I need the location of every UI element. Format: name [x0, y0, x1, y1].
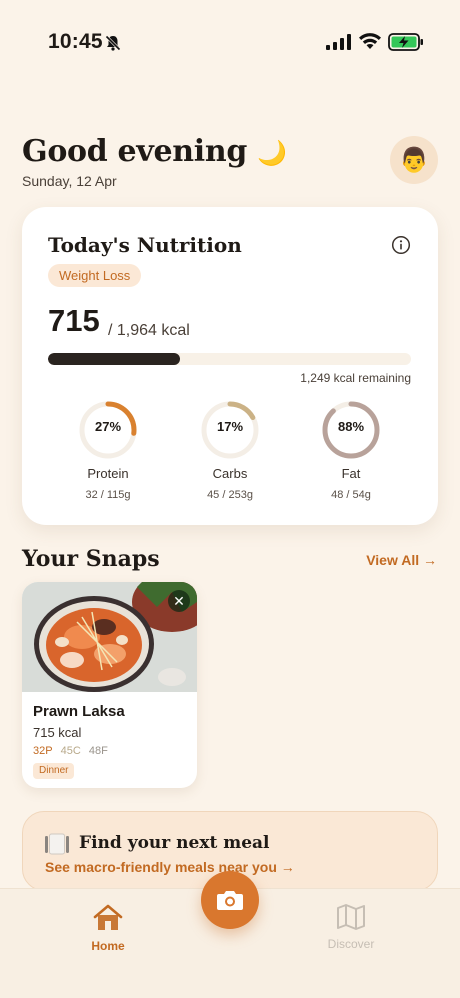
- calorie-progress-fill: [48, 353, 181, 365]
- current-date: Sunday, 12 Apr: [22, 173, 117, 189]
- camera-icon: [217, 891, 243, 910]
- tab-discover-label: Discover: [327, 937, 375, 951]
- fat-percent: 88%: [337, 419, 365, 434]
- snaps-section-title: Your Snaps: [22, 546, 160, 572]
- status-time: 10:45: [48, 30, 103, 53]
- calories-consumed: 715: [48, 303, 100, 338]
- moon-emoji: 🌙: [257, 138, 287, 167]
- bell-muted-icon: [105, 35, 121, 51]
- calories-remaining: 1,249 kcal remaining: [300, 371, 411, 385]
- tab-home-label: Home: [91, 939, 125, 953]
- view-all-link[interactable]: View All →: [366, 552, 437, 568]
- calorie-progress-bar: [48, 353, 411, 365]
- fork-knife-icon: [45, 833, 69, 855]
- greeting-text: Good evening: [22, 134, 248, 169]
- snap-fat: 48F: [88, 745, 108, 757]
- tab-home[interactable]: Home: [63, 903, 153, 953]
- fat-label: Fat: [341, 466, 361, 481]
- macro-fat: 88% Fat 48 / 54g: [296, 399, 406, 501]
- map-icon: [337, 904, 365, 930]
- snap-macros: 32P 45C 48F: [33, 745, 113, 757]
- snap-card[interactable]: ✕ Prawn Laksa 715 kcal 32P 45C 48F Dinne…: [22, 582, 197, 788]
- camera-button[interactable]: [201, 871, 259, 929]
- meal-type-badge: Dinner: [33, 763, 75, 779]
- protein-label: Protein: [87, 466, 129, 481]
- snap-protein: 32P: [33, 745, 53, 757]
- battery-charging-icon: [388, 33, 423, 51]
- carbs-percent: 17%: [216, 419, 244, 434]
- banner-subtitle-link[interactable]: See macro-friendly meals near you →: [45, 859, 295, 875]
- cellular-signal-icon: [326, 34, 351, 50]
- carbs-label: Carbs: [212, 466, 248, 481]
- snap-meal-name: Prawn Laksa: [33, 703, 125, 720]
- snap-calories: 715 kcal: [33, 725, 82, 740]
- macro-carbs: 17% Carbs 45 / 253g: [175, 399, 285, 501]
- home-icon: [93, 904, 123, 930]
- nutrition-card: Today's Nutrition Weight Loss 715 / 1,96…: [22, 207, 438, 525]
- carbs-amount: 45 / 253g: [207, 489, 253, 501]
- info-icon[interactable]: [391, 235, 411, 255]
- macro-protein: 27% Protein 32 / 115g: [53, 399, 163, 501]
- tab-discover[interactable]: Discover: [306, 903, 396, 951]
- fat-amount: 48 / 54g: [331, 489, 371, 501]
- goal-badge: Weight Loss: [48, 264, 142, 287]
- calories-target: / 1,964 kcal: [108, 322, 190, 339]
- snap-carbs: 45C: [60, 745, 81, 757]
- wifi-icon: [359, 33, 381, 49]
- banner-title: Find your next meal: [79, 833, 270, 853]
- avatar[interactable]: 👨: [390, 136, 438, 184]
- nutrition-title: Today's Nutrition: [48, 233, 242, 257]
- protein-percent: 27%: [94, 419, 122, 434]
- remove-snap-button[interactable]: ✕: [168, 590, 190, 612]
- status-bar: 10:45: [0, 28, 460, 58]
- protein-amount: 32 / 115g: [85, 489, 131, 501]
- page-title: Good evening 🌙: [22, 134, 287, 169]
